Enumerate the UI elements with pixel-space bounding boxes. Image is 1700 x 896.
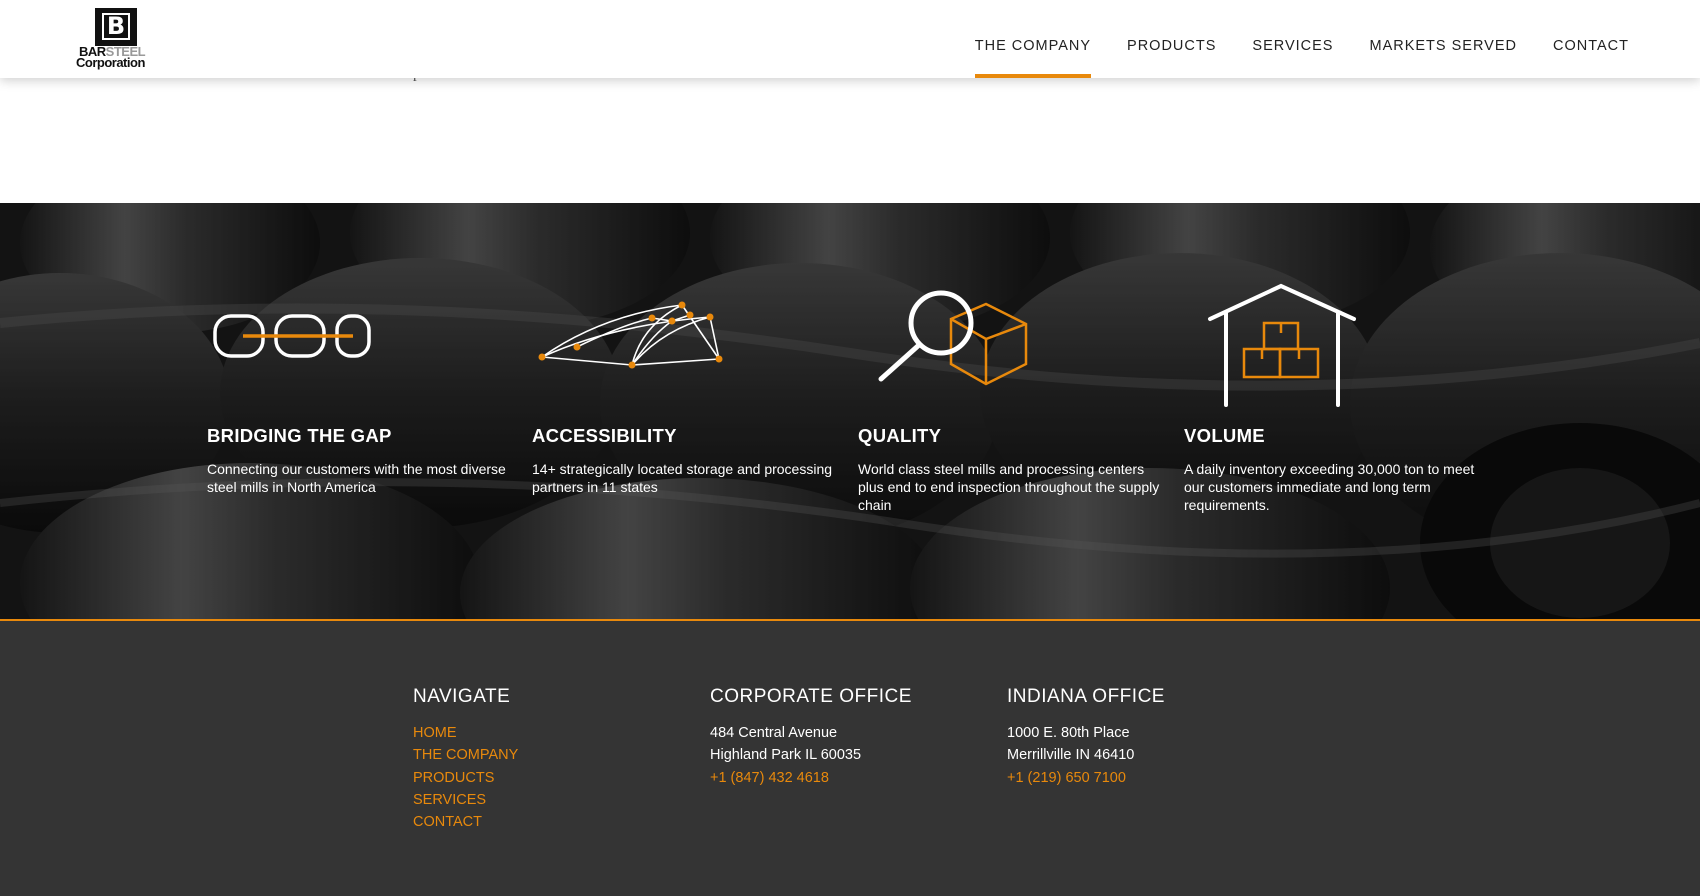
logo-word-corporation: Corporation bbox=[76, 55, 145, 70]
feature-description: Connecting our customers with the most d… bbox=[207, 461, 506, 495]
background-overlay bbox=[0, 203, 1700, 620]
nav-item-services[interactable]: SERVICES bbox=[1252, 0, 1333, 78]
footer-link-services[interactable]: SERVICES bbox=[413, 789, 518, 811]
footer-heading: NAVIGATE bbox=[413, 686, 511, 707]
indiana-phone-link[interactable]: +1 (219) 650 7100 bbox=[1007, 767, 1165, 789]
footer-heading: INDIANA OFFICE bbox=[1007, 686, 1165, 707]
nav-item-products[interactable]: PRODUCTS bbox=[1127, 0, 1216, 78]
main-nav: THE COMPANY PRODUCTS SERVICES MARKETS SE… bbox=[939, 0, 1629, 78]
site-footer: NAVIGATE HOME THE COMPANY PRODUCTS SERVI… bbox=[0, 621, 1700, 896]
feature-description: World class steel mills and processing c… bbox=[858, 461, 1160, 513]
corporate-address-line1: 484 Central Avenue bbox=[710, 725, 838, 741]
footer-link-the-company[interactable]: THE COMPANY bbox=[413, 744, 518, 766]
footer-indiana-office: INDIANA OFFICE 1000 E. 80th Place Merril… bbox=[1007, 686, 1165, 789]
footer-navigate: NAVIGATE HOME THE COMPANY PRODUCTS SERVI… bbox=[413, 686, 518, 833]
feature-description: 14+ strategically located storage and pr… bbox=[532, 461, 833, 495]
corporate-phone-link[interactable]: +1 (847) 432 4618 bbox=[710, 767, 912, 789]
features-band: BRIDGING THE GAP Connecting our customer… bbox=[0, 203, 1700, 620]
warehouse-icon bbox=[1208, 283, 1356, 407]
footer-link-contact[interactable]: CONTACT bbox=[413, 811, 518, 833]
feature-title: QUALITY bbox=[858, 425, 942, 446]
nav-item-markets-served[interactable]: MARKETS SERVED bbox=[1369, 0, 1517, 78]
indiana-address-line1: 1000 E. 80th Place bbox=[1007, 725, 1130, 741]
footer-corporate-office: CORPORATE OFFICE 484 Central Avenue High… bbox=[710, 686, 912, 789]
network-icon bbox=[538, 301, 723, 369]
site-header: B BARSTEEL Corporation THE COMPANY PRODU… bbox=[0, 0, 1700, 78]
magnifier-box-icon bbox=[878, 290, 1028, 386]
indiana-address-line2: Merrillville IN 46410 bbox=[1007, 747, 1135, 764]
feature-title: BRIDGING THE GAP bbox=[207, 425, 392, 446]
logo-letter: B bbox=[102, 13, 130, 40]
corporate-address-line2: Highland Park IL 60035 bbox=[710, 747, 862, 764]
logo-mark: B bbox=[95, 8, 137, 46]
nav-item-contact[interactable]: CONTACT bbox=[1553, 0, 1629, 78]
footer-heading: CORPORATE OFFICE bbox=[710, 686, 912, 707]
footer-link-home[interactable]: HOME bbox=[413, 722, 518, 744]
footer-link-products[interactable]: PRODUCTS bbox=[413, 767, 518, 789]
company-logo[interactable]: B BARSTEEL Corporation bbox=[76, 8, 160, 70]
feature-description: A daily inventory exceeding 30,000 ton t… bbox=[1184, 461, 1475, 513]
feature-title: ACCESSIBILITY bbox=[532, 425, 677, 446]
chain-links-icon bbox=[213, 314, 371, 358]
feature-title: VOLUME bbox=[1184, 425, 1265, 446]
nav-item-the-company[interactable]: THE COMPANY bbox=[974, 0, 1092, 78]
